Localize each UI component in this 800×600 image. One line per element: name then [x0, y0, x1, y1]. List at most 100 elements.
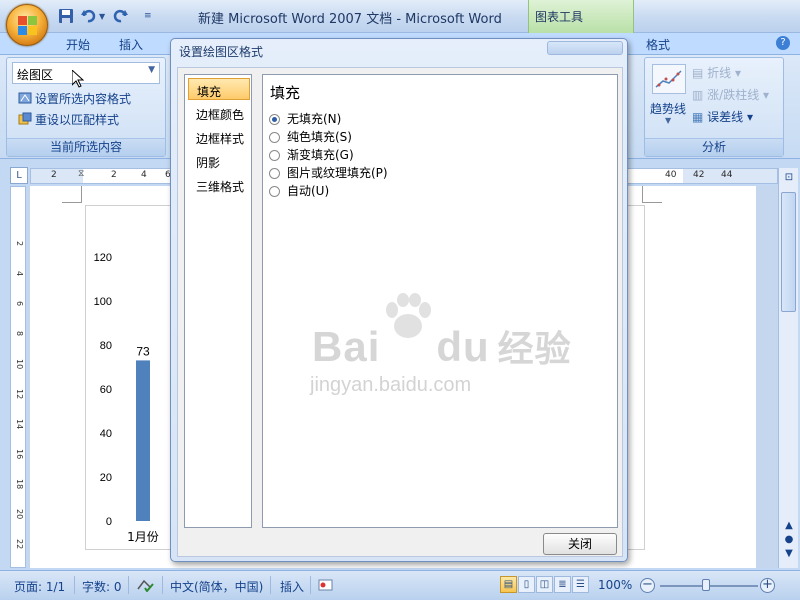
radio-button[interactable] — [269, 186, 280, 197]
format-selection-label: 设置所选内容格式 — [35, 92, 132, 106]
updown-bars-button: ▥ 涨/跌柱线 ▾ — [692, 88, 770, 102]
chart-element-selector[interactable]: 绘图区 ▼ — [12, 62, 160, 84]
word-count[interactable]: 字数: 0 — [82, 578, 122, 595]
divider — [74, 576, 75, 594]
macro-record-icon[interactable] — [318, 578, 334, 595]
format-selection-icon — [18, 91, 32, 105]
updown-bars-label: 涨/跌柱线 — [707, 88, 760, 102]
radio-automatic[interactable]: 自动(U) — [269, 182, 329, 198]
lines-label: 折线 — [707, 66, 732, 80]
save-icon[interactable] — [58, 8, 74, 24]
browse-object-icon[interactable]: ● — [782, 534, 796, 548]
trendline-dropdown-icon[interactable]: ▼ — [665, 116, 671, 125]
ruler-number: 10 — [15, 359, 24, 370]
language-indicator[interactable]: 中文(简体，中国) — [170, 578, 263, 595]
radio-button[interactable] — [269, 168, 280, 179]
lines-icon: ▤ — [692, 66, 708, 80]
undo-icon[interactable] — [80, 8, 98, 24]
fill-heading: 填充 — [270, 84, 301, 102]
group-label-current-selection: 当前所选内容 — [7, 138, 165, 156]
reset-style-button[interactable]: 重设以匹配样式 — [18, 111, 119, 128]
nav-item-fill[interactable]: 填充 — [188, 78, 250, 100]
radio-picture-fill[interactable]: 图片或纹理填充(P) — [269, 164, 388, 180]
zoom-level[interactable]: 100% — [598, 578, 632, 592]
y-tick-label: 0 — [106, 516, 112, 528]
context-tool-label: 图表工具 — [535, 10, 584, 24]
title-bar: ▼ ≡ 新建 Microsoft Word 2007 文档 - Microsof… — [0, 0, 800, 33]
page-count[interactable]: 页面: 1/1 — [14, 578, 65, 595]
ruler-number: 44 — [721, 170, 733, 180]
vertical-ruler[interactable]: 2 4 6 8 10 12 14 16 18 20 22 — [10, 186, 26, 568]
tab-selector[interactable]: L — [10, 167, 28, 184]
nav-item-shadow[interactable]: 阴影 — [188, 150, 250, 172]
close-button[interactable]: 关闭 — [543, 533, 617, 555]
help-icon[interactable]: ? — [776, 36, 790, 50]
zoom-in-icon[interactable]: + — [760, 578, 775, 593]
mouse-cursor-icon — [72, 70, 84, 88]
format-selection-button[interactable]: 设置所选内容格式 — [18, 90, 131, 107]
ruler-number: 14 — [15, 419, 24, 430]
tab-home[interactable]: 开始 — [66, 36, 90, 53]
radio-label: 无填充(N) — [287, 112, 342, 126]
y-tick-label: 20 — [100, 472, 112, 484]
undo-dropdown-icon[interactable]: ▼ — [99, 12, 105, 28]
redo-icon[interactable] — [112, 8, 130, 24]
error-bars-icon: ▦ — [692, 110, 708, 124]
nav-item-3d-format[interactable]: 三维格式 — [188, 174, 250, 196]
next-page-icon[interactable]: ▼ — [782, 548, 796, 562]
zoom-slider-thumb[interactable] — [702, 579, 710, 591]
y-tick-label: 60 — [100, 384, 112, 396]
error-bars-label: 误差线 — [707, 110, 744, 124]
ruler-number: 2 — [15, 241, 24, 247]
radio-solid-fill[interactable]: 纯色填充(S) — [269, 128, 352, 144]
margin-mark — [642, 186, 662, 203]
web-layout-icon[interactable]: ◫ — [536, 576, 553, 593]
tab-insert[interactable]: 插入 — [119, 36, 143, 53]
updown-bars-icon: ▥ — [692, 88, 708, 102]
radio-label: 图片或纹理填充(P) — [287, 166, 388, 180]
divider — [128, 576, 129, 594]
indent-marker-icon[interactable]: ⧖ — [78, 169, 84, 179]
radio-button[interactable] — [269, 150, 280, 161]
status-bar: 页面: 1/1 字数: 0 中文(简体，中国) 插入 ▤ ▯ ◫ ≣ ☰ 100… — [0, 570, 800, 600]
error-bars-button[interactable]: ▦ 误差线 ▾ — [692, 108, 753, 125]
dialog-nav: 填充 边框颜色 边框样式 阴影 三维格式 — [184, 74, 252, 528]
radio-button[interactable] — [269, 114, 280, 125]
radio-label: 渐变填充(G) — [287, 148, 354, 162]
data-label: 73 — [136, 344, 150, 358]
trendline-icon[interactable] — [652, 64, 686, 94]
office-button[interactable] — [6, 4, 48, 46]
reset-style-icon — [18, 112, 32, 126]
chevron-down-icon[interactable]: ▼ — [148, 65, 155, 75]
y-tick-label: 100 — [94, 296, 112, 308]
chart-tools-context: 图表工具 — [528, 0, 634, 33]
nav-item-border-style[interactable]: 边框样式 — [188, 126, 250, 148]
full-screen-reading-icon[interactable]: ▯ — [518, 576, 535, 593]
vertical-scrollbar[interactable]: ⊡ ▲ ● ▼ — [778, 168, 798, 568]
tab-format[interactable]: 格式 — [646, 36, 670, 53]
customize-qat-icon[interactable]: ≡ — [144, 11, 152, 27]
scrollbar-thumb[interactable] — [781, 192, 796, 312]
ruler-number: 4 — [141, 170, 147, 180]
dialog-titlebar-button[interactable] — [547, 41, 623, 55]
outline-view-icon[interactable]: ≣ — [554, 576, 571, 593]
zoom-out-icon[interactable]: − — [640, 578, 655, 593]
divider — [270, 576, 271, 594]
ruler-number: 16 — [15, 449, 24, 460]
dialog-title: 设置绘图区格式 — [179, 45, 264, 59]
radio-no-fill[interactable]: 无填充(N) — [269, 110, 341, 126]
trendline-button[interactable]: 趋势线 — [650, 100, 686, 117]
dialog-content: 填充 无填充(N) 纯色填充(S) 渐变填充(G) 图片或纹理填充(P) 自动(… — [262, 74, 618, 528]
proofing-icon[interactable] — [136, 578, 154, 595]
draft-view-icon[interactable]: ☰ — [572, 576, 589, 593]
ruler-toggle-icon[interactable]: ⊡ — [782, 172, 796, 186]
radio-gradient-fill[interactable]: 渐变填充(G) — [269, 146, 354, 162]
radio-button[interactable] — [269, 132, 280, 143]
print-layout-view-icon[interactable]: ▤ — [500, 576, 517, 593]
dialog-body: 填充 边框颜色 边框样式 阴影 三维格式 填充 无填充(N) 纯色填充(S) 渐… — [177, 67, 623, 557]
previous-page-icon[interactable]: ▲ — [782, 520, 796, 534]
insert-mode[interactable]: 插入 — [280, 578, 304, 595]
chart-element-value: 绘图区 — [17, 68, 54, 82]
nav-item-border-color[interactable]: 边框颜色 — [188, 102, 250, 124]
ruler-number: 12 — [15, 389, 24, 400]
